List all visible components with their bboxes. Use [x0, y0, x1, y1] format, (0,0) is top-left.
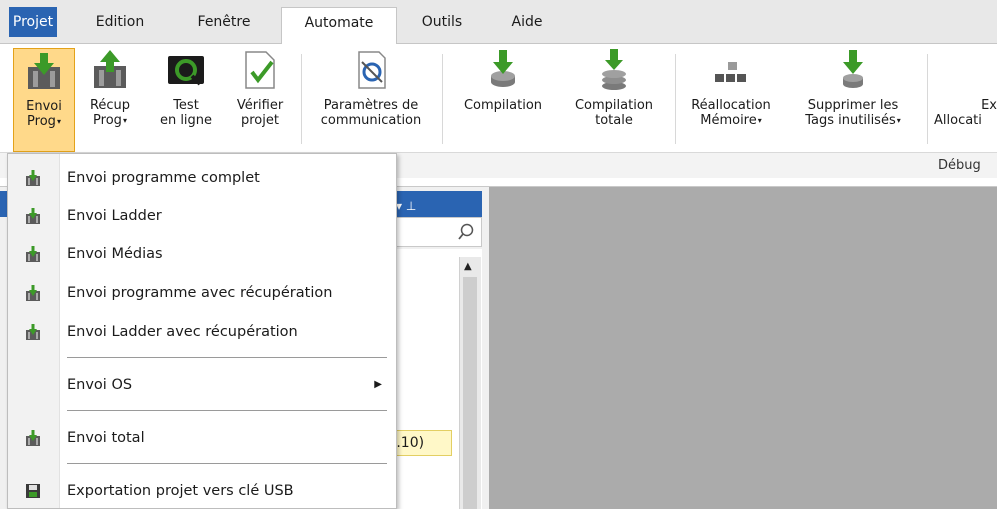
menu-separator [67, 463, 387, 464]
compilation-label: Compilation [463, 98, 543, 113]
ribbon-separator [442, 54, 443, 144]
compilation-button[interactable]: Compilation [452, 48, 554, 113]
verifier-projet-button[interactable]: Vérifier projet [228, 48, 292, 128]
delete-tags-icon [831, 48, 875, 92]
menu-item-envoi-os[interactable]: Envoi OS ▶ [8, 367, 396, 403]
envoi-prog-menu: Envoi programme complet Envoi Ladder Env… [7, 153, 397, 509]
menu-item-label: Envoi total [67, 430, 145, 446]
menu-item-label: Envoi programme avec récupération [67, 285, 333, 301]
submenu-arrow-icon: ▶ [374, 379, 382, 390]
menu-item-envoi-programme-complet[interactable]: Envoi programme complet [8, 160, 396, 196]
envoi-prog-label-1: Envoi [26, 99, 62, 114]
menu-item-envoi-programme-recuperation[interactable]: Envoi programme avec récupération [8, 275, 396, 311]
search-icon [458, 223, 474, 240]
tab-fenetre[interactable]: Fenêtre [185, 7, 263, 37]
realloc-label-2: Mémoire [700, 113, 757, 128]
menu-separator [67, 357, 387, 358]
chevron-down-icon: ▾ [122, 116, 127, 125]
online-test-icon [164, 48, 208, 92]
test-label-1: Test [173, 98, 199, 113]
upload-program-icon [24, 429, 42, 447]
recup-prog-label-2: Prog [93, 113, 122, 128]
upload-program-icon [24, 323, 42, 341]
tab-automate[interactable]: Automate [281, 7, 397, 45]
memory-blocks-icon [709, 48, 753, 92]
menu-item-envoi-medias[interactable]: Envoi Médias [8, 236, 396, 272]
chevron-down-icon: ▾ [896, 116, 901, 125]
compile-all-icon [592, 48, 636, 92]
envoi-prog-label-2: Prog [27, 114, 56, 129]
verify-document-icon [238, 48, 282, 92]
supprimer-label-1: Supprimer les [807, 98, 899, 113]
compil-totale-label-1: Compilation [574, 98, 654, 113]
params-label-1: Paramètres de [323, 98, 419, 113]
menu-separator [67, 410, 387, 411]
realloc-label-1: Réallocation [691, 98, 771, 113]
compilation-totale-button[interactable]: Compilation totale [562, 48, 666, 128]
menu-item-envoi-total[interactable]: Envoi total [8, 420, 396, 456]
menu-item-label: Envoi Ladder [67, 208, 162, 224]
chevron-down-icon: ▾ [757, 116, 762, 125]
test-en-ligne-button[interactable]: Test en ligne [154, 48, 218, 128]
menu-item-label: Envoi OS [67, 377, 133, 393]
parametres-communication-button[interactable]: Paramètres de communication [308, 48, 434, 128]
supprimer-tags-button[interactable]: Supprimer les Tags inutilisés▾ [790, 48, 916, 128]
download-program-icon [88, 48, 132, 92]
group-label-debug: Débug [938, 158, 981, 173]
verifier-label-1: Vérifier [236, 98, 284, 113]
verifier-label-2: projet [241, 113, 279, 128]
usb-save-icon [24, 482, 42, 500]
menu-item-label: Envoi programme complet [67, 170, 260, 186]
ribbon-tab-bar: Projet Edition Fenêtre Automate Outils A… [0, 0, 997, 45]
test-label-2: en ligne [159, 113, 213, 128]
ribbon-separator [927, 54, 928, 144]
scroll-up-icon[interactable]: ▲ [464, 261, 472, 272]
recup-prog-label-1: Récup [89, 98, 131, 113]
upload-program-icon [24, 169, 42, 187]
compile-icon [481, 48, 525, 92]
menu-item-label: Envoi Médias [67, 246, 163, 262]
tab-aide[interactable]: Aide [500, 7, 554, 37]
panel-pin-icon[interactable]: ▾ ⊥ [396, 199, 416, 213]
scrollbar-thumb[interactable] [463, 277, 477, 509]
supprimer-label-2: Tags inutilisés [805, 113, 896, 128]
menu-item-export-usb[interactable]: Exportation projet vers clé USB [8, 473, 396, 509]
reallocation-memoire-button[interactable]: Réallocation Mémoire▾ [682, 48, 780, 128]
params-label-2: communication [320, 113, 422, 128]
upload-program-icon [24, 207, 42, 225]
envoi-prog-button[interactable]: Envoi Prog▾ [13, 48, 75, 152]
compil-totale-label-2: totale [595, 113, 633, 128]
tab-outils[interactable]: Outils [414, 7, 470, 37]
ribbon-separator [301, 54, 302, 144]
tab-edition[interactable]: Edition [85, 7, 155, 37]
ribbon-separator [675, 54, 676, 144]
ex-label-1: Ex [981, 98, 997, 113]
menu-item-label: Exportation projet vers clé USB [67, 483, 294, 499]
ex-label-2: Allocati [934, 113, 982, 128]
menu-item-label: Envoi Ladder avec récupération [67, 324, 298, 340]
recup-prog-button[interactable]: Récup Prog▾ [79, 48, 141, 128]
menu-item-envoi-ladder-recuperation[interactable]: Envoi Ladder avec récupération [8, 314, 396, 350]
tree-scrollbar[interactable]: ▲ [459, 257, 481, 509]
menu-item-envoi-ladder[interactable]: Envoi Ladder [8, 198, 396, 234]
upload-program-icon [24, 245, 42, 263]
tab-projet[interactable]: Projet [9, 7, 57, 37]
upload-program-icon [24, 284, 42, 302]
export-allocation-button[interactable]: Ex Allocati [934, 48, 997, 128]
upload-program-icon [22, 49, 66, 93]
communication-settings-icon [349, 48, 393, 92]
chevron-down-icon: ▾ [56, 117, 61, 126]
